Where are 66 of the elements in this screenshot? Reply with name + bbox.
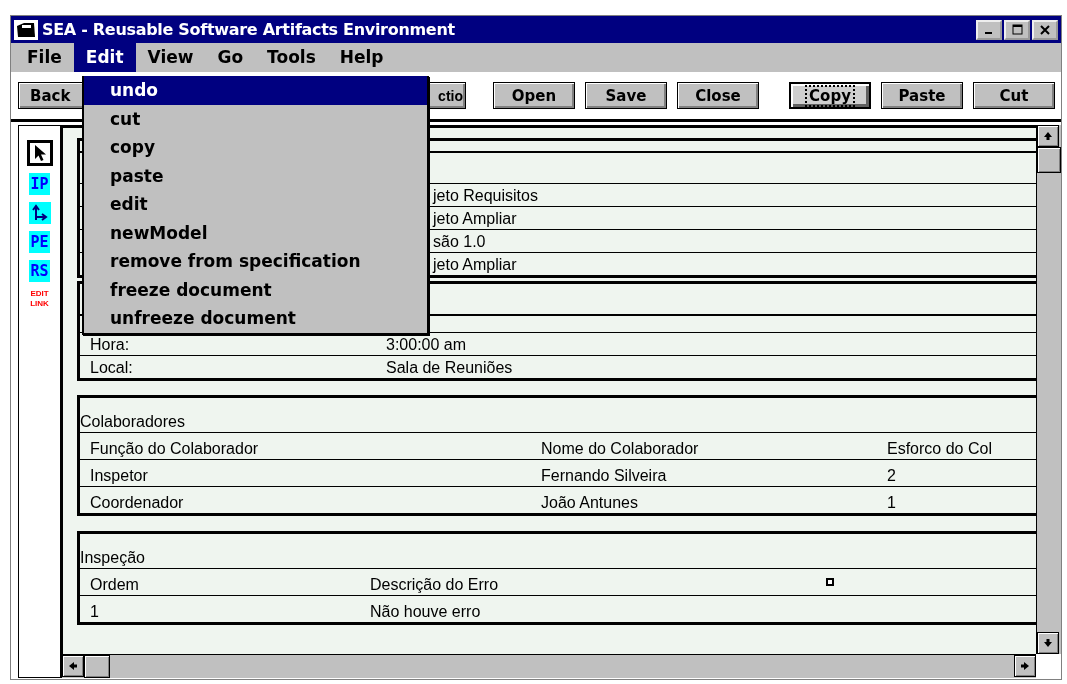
menu-item[interactable]: View [135,43,206,72]
menu-option[interactable]: unfreeze document [84,304,427,333]
toolbar-button[interactable]: Open [493,82,575,109]
app-icon [14,19,38,40]
column-header: Função do Colaborador [90,440,259,457]
field-value: jeto Ampliar [433,210,517,227]
scroll-thumb[interactable] [1037,147,1061,173]
palette-tool[interactable]: PE [29,231,50,253]
menu-item[interactable]: File [15,43,74,72]
pointer-tool[interactable] [26,140,53,166]
menu-option[interactable]: undo [84,76,427,105]
close-button[interactable] [1032,19,1058,40]
table-cell: 2 [887,467,896,484]
menu-option[interactable]: copy [84,133,427,162]
window-title: SEA - Reusable Software Artifacts Environment [42,20,455,39]
table-cell: João Antunes [541,494,638,511]
column-header: Esforco do Col [887,440,992,457]
vertical-scrollbar[interactable] [1036,125,1061,654]
section-title: Colaboradores [80,412,185,432]
scroll-up-icon[interactable] [1043,131,1053,141]
scroll-right-icon[interactable] [1020,661,1030,671]
field-value: são 1.0 [433,233,486,250]
toolbar-button[interactable]: Copy [789,82,871,109]
scroll-down-icon[interactable] [1043,638,1053,648]
maximize-button[interactable] [1004,19,1030,40]
scroll-left-icon[interactable] [68,661,78,671]
menu-option[interactable]: newModel [84,218,427,247]
field-value: jeto Requisitos [433,187,538,204]
toolbar-button[interactable]: Cut [973,82,1055,109]
table-cell: 1 [887,494,896,511]
table-cell: Não houve erro [370,603,481,620]
scroll-thumb[interactable] [84,655,110,678]
handle-icon[interactable] [826,578,834,586]
menu-option[interactable]: remove from specification [84,247,427,276]
field-value: Sala de Reuniões [386,359,513,376]
menu-item[interactable]: Tools [255,43,328,72]
field-label: Hora: [90,336,130,353]
horizontal-scrollbar[interactable] [62,654,1036,678]
table-cell: Coordenador [90,494,184,511]
edit-link-tool[interactable]: EDIT LINK [26,289,53,309]
field-value: 3:00:00 am [386,336,467,353]
menu-item[interactable]: Edit [73,43,136,72]
section-title: Inspeção [80,548,145,568]
connector-icon[interactable] [28,202,51,224]
table-cell: Fernando Silveira [541,467,667,484]
table-cell: Inspetor [90,467,148,484]
menu-option[interactable]: edit [84,190,427,219]
table-cell: 1 [90,603,99,620]
field-label: Local: [90,359,133,376]
palette-tool[interactable]: RS [29,260,50,282]
menu-item[interactable]: Go [205,43,256,72]
field-value: jeto Ampliar [433,256,517,273]
toolbar-button[interactable]: Save [585,82,667,109]
column-header: Nome do Colaborador [541,440,699,457]
menu-option[interactable]: paste [84,161,427,190]
palette-tool[interactable]: IP [29,173,50,195]
close-icon[interactable] [1040,24,1050,35]
minimize-button[interactable] [976,19,1002,40]
pointer-icon[interactable] [32,144,47,162]
maximize-icon[interactable] [1011,24,1023,35]
toolbar-button[interactable]: Close [677,82,759,109]
menu-item[interactable]: Help [327,43,396,72]
column-header: Ordem [90,576,139,593]
toolbar-button[interactable]: Paste [881,82,963,109]
menu-option[interactable]: freeze document [84,275,427,304]
column-header: Descrição do Erro [370,576,499,593]
